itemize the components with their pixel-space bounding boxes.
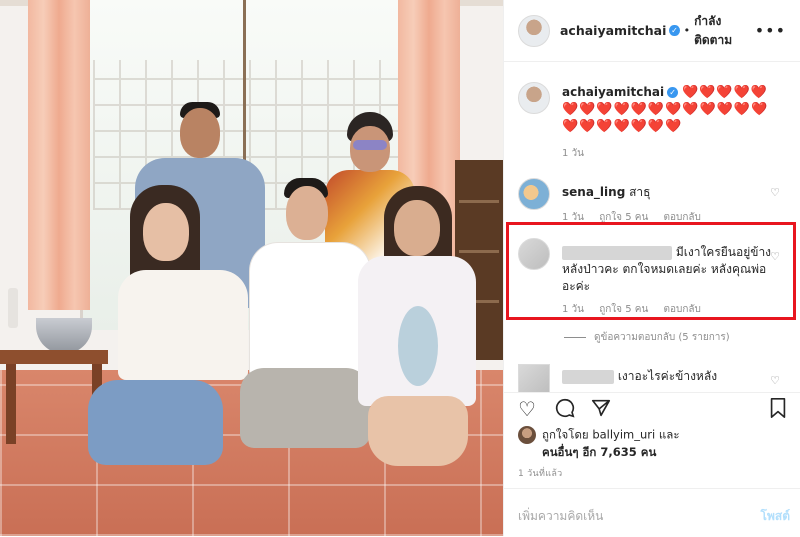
commenter-username[interactable]: sena_ling <box>562 185 625 199</box>
curtain-left <box>28 0 90 310</box>
verified-badge-icon: ✓ <box>669 25 680 36</box>
caption-avatar[interactable] <box>518 82 550 114</box>
post-header: achaiyamitchai ✓ • กำลังติดตาม ••• <box>504 0 800 62</box>
action-bar: ♡ <box>504 392 800 425</box>
post-photo[interactable] <box>0 0 503 536</box>
author-username[interactable]: achaiyamitchai <box>560 23 666 38</box>
following-button[interactable]: กำลังติดตาม <box>694 12 755 50</box>
caption-time[interactable]: 1 วัน <box>562 148 584 159</box>
instagram-post: achaiyamitchai ✓ • กำลังติดตาม ••• achai… <box>0 0 800 536</box>
red-highlight-box <box>506 222 796 320</box>
comment-item: เงาอะไรค่ะข้างหลัง ♡ <box>518 364 788 392</box>
comment-like-heart-icon[interactable]: ♡ <box>770 374 780 387</box>
likes-count[interactable]: คนอื่นๆ อีก 7,635 คน <box>542 445 656 459</box>
caption: achaiyamitchai ✓ ❤️❤️❤️❤️❤️❤️❤️❤️❤️❤️❤️❤️… <box>518 82 788 162</box>
add-comment-bar: เพิ่มความคิดเห็น โพสต์ <box>504 488 800 537</box>
heart-icon[interactable]: ♡ <box>518 397 536 421</box>
post-timestamp[interactable]: 1 วันที่แล้ว <box>518 466 563 480</box>
bookmark-icon[interactable] <box>768 397 788 424</box>
likes-summary[interactable]: ถูกใจโดย ballyim_uri และ คนอื่นๆ อีก 7,6… <box>518 426 788 461</box>
comment-item: sena_ling สาธุ ♡ 1 วัน ถูกใจ 5 คน ตอบกลั… <box>518 178 788 228</box>
comment-text: เงาอะไรค่ะข้างหลัง <box>617 369 718 383</box>
comment-icon[interactable] <box>554 397 576 424</box>
commenter-avatar[interactable] <box>518 178 550 210</box>
view-replies-link[interactable]: ดูข้อความตอบกลับ (5 รายการ) <box>564 330 730 345</box>
header-separator: • <box>683 24 691 37</box>
liker-avatar[interactable] <box>518 426 536 444</box>
commenter-avatar-blurred[interactable] <box>518 364 550 392</box>
verified-badge-icon: ✓ <box>667 87 679 98</box>
comment-like-heart-icon[interactable]: ♡ <box>770 186 780 199</box>
comment-text: สาธุ <box>629 185 651 199</box>
vase <box>8 288 18 328</box>
author-avatar[interactable] <box>518 14 550 47</box>
add-comment-input[interactable]: เพิ่มความคิดเห็น <box>518 507 603 526</box>
blurred-username <box>562 369 614 384</box>
share-icon[interactable] <box>590 397 612 424</box>
post-comment-button[interactable]: โพสต์ <box>761 507 790 526</box>
caption-username[interactable]: achaiyamitchai <box>562 85 664 99</box>
more-options-icon[interactable]: ••• <box>755 21 786 40</box>
